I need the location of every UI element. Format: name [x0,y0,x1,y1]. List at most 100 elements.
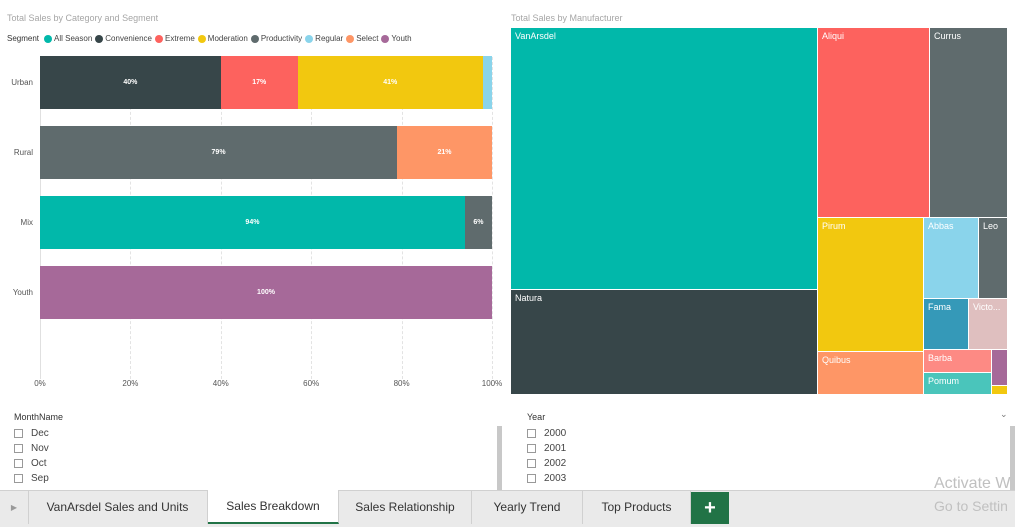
x-tick-label: 20% [122,379,139,388]
treemap-tile[interactable]: Leo [979,218,1008,299]
bar-chart-title: Total Sales by Category and Segment [7,13,159,23]
legend-item[interactable]: Moderation [197,34,248,43]
treemap-tile-label: Leo [983,221,999,231]
slicer-item[interactable]: 2002 [527,456,566,471]
slicer-item[interactable]: Oct [14,456,49,471]
x-tick-label: 0% [34,379,46,388]
legend-item-label: Productivity [260,34,303,43]
year-slicer-scrollbar[interactable] [1010,426,1015,490]
treemap-tile-label: Barba [928,353,953,363]
legend-dot-icon [154,34,163,43]
legend-item-label: All Season [54,34,93,43]
page-tab[interactable]: Yearly Trend [472,490,583,524]
bar-segment[interactable]: 94% [40,196,465,249]
checkbox[interactable] [14,444,23,453]
page-tab[interactable]: Sales Breakdown [208,490,339,524]
month-slicer-scrollbar[interactable] [497,426,502,490]
bar-segment[interactable]: 41% [297,56,483,109]
slicer-item[interactable]: Dec [14,426,49,441]
checkbox[interactable] [14,429,23,438]
legend-item-label: Extreme [164,34,195,43]
legend-dot-icon [44,34,53,43]
treemap-tile[interactable]: VanArsdel [511,28,818,290]
page-tab-label: Sales Breakdown [226,499,320,513]
bar-segment[interactable]: 79% [40,126,398,179]
treemap-title: Total Sales by Manufacturer [511,13,623,23]
bar-segment[interactable] [482,56,492,109]
treemap-tile-label: Currus [934,31,962,41]
treemap-tile[interactable] [992,386,1008,395]
slicer-item-label: 2003 [544,473,567,484]
data-label: 41% [383,79,398,86]
legend-dot-icon [381,34,390,43]
checkbox[interactable] [527,444,536,453]
bar-segment[interactable]: 6% [464,196,492,249]
treemap-tile[interactable]: Aliqui [818,28,930,218]
treemap-tile-label: Quibus [822,355,851,365]
checkbox[interactable] [527,429,536,438]
legend-item[interactable]: Regular [305,34,343,43]
x-tick-label: 40% [212,379,229,388]
treemap-tile[interactable]: Pomum [924,373,992,395]
page-tab[interactable]: Top Products [583,490,691,524]
slicer-item[interactable]: 2003 [527,471,566,486]
x-tick-label: 60% [303,379,320,388]
month-slicer-title: MonthName [14,412,64,422]
treemap-tile-label: VanArsdel [515,31,556,41]
x-tick-label: 80% [393,379,410,388]
legend-item[interactable]: Productivity [250,34,303,43]
checkbox[interactable] [527,459,536,468]
treemap-tile[interactable]: Natura [511,290,818,395]
legend-item-label: Regular [315,34,344,43]
checkbox[interactable] [14,474,23,483]
add-page-button[interactable]: + [691,492,729,524]
bar-chart-legend: Segment All Season Convenience Extreme Mode… [7,34,415,43]
x-tick-label: 100% [481,379,503,388]
slicer-item[interactable]: 2000 [527,426,566,441]
bar-segment[interactable]: 21% [397,126,492,179]
treemap-tile[interactable]: Quibus [818,352,924,395]
treemap-tile[interactable]: Fama [924,299,969,350]
treemap-tile[interactable]: Barba [924,350,992,373]
legend-item[interactable]: Youth [381,34,412,43]
legend-item-label: Moderation [207,34,248,43]
treemap-tile[interactable]: Victo... [969,299,1008,350]
treemap-tile[interactable]: Currus [930,28,1008,218]
treemap-tile[interactable]: Pirum [818,218,924,352]
page-tab[interactable]: VanArsdel Sales and Units [28,490,208,524]
legend-dot-icon [305,34,314,43]
slicer-item[interactable]: Sep [14,471,49,486]
legend-dot-icon [197,34,206,43]
slicer-item-label: 2001 [544,443,567,454]
page-tab-label: Top Products [601,500,672,514]
slicer-item-label: 2002 [544,458,567,469]
tab-scroll-left-icon[interactable]: ▶ [0,490,29,524]
slicer-item-label: Oct [31,458,47,469]
legend-item[interactable]: Extreme [154,34,195,43]
treemap-tile-label: Fama [928,302,952,312]
treemap: VanArsdel Natura Aliqui Currus Pirum Quibus Ab… [511,28,1008,395]
legend-item-label: Youth [391,34,412,43]
checkbox[interactable] [14,459,23,468]
legend-item[interactable]: Convenience [95,34,152,43]
treemap-tile-label: Pirum [822,221,846,231]
treemap-tile[interactable] [992,350,1008,386]
legend-item[interactable]: All Season [44,34,92,43]
treemap-tile-label: Pomum [928,376,960,386]
checkbox[interactable] [527,474,536,483]
year-slicer-chevron-down-icon[interactable]: ⌄ [1000,409,1008,420]
y-axis-label: Youth [12,287,33,297]
page-tab-label: VanArsdel Sales and Units [46,500,189,514]
bar-segment[interactable]: 40% [40,56,221,109]
bar-segment[interactable]: 100% [40,266,492,319]
slicer-item[interactable]: Nov [14,441,49,456]
month-slicer-list: Dec Nov Oct Sep [14,426,49,486]
slicer-item[interactable]: 2001 [527,441,566,456]
legend-item-label: Select [356,34,379,43]
page-tab[interactable]: Sales Relationship [339,490,472,524]
slicer-item-label: Dec [31,428,49,439]
legend-dot-icon [95,34,104,43]
treemap-tile[interactable]: Abbas [924,218,979,299]
bar-segment[interactable]: 17% [220,56,298,109]
legend-item[interactable]: Select [346,34,378,43]
